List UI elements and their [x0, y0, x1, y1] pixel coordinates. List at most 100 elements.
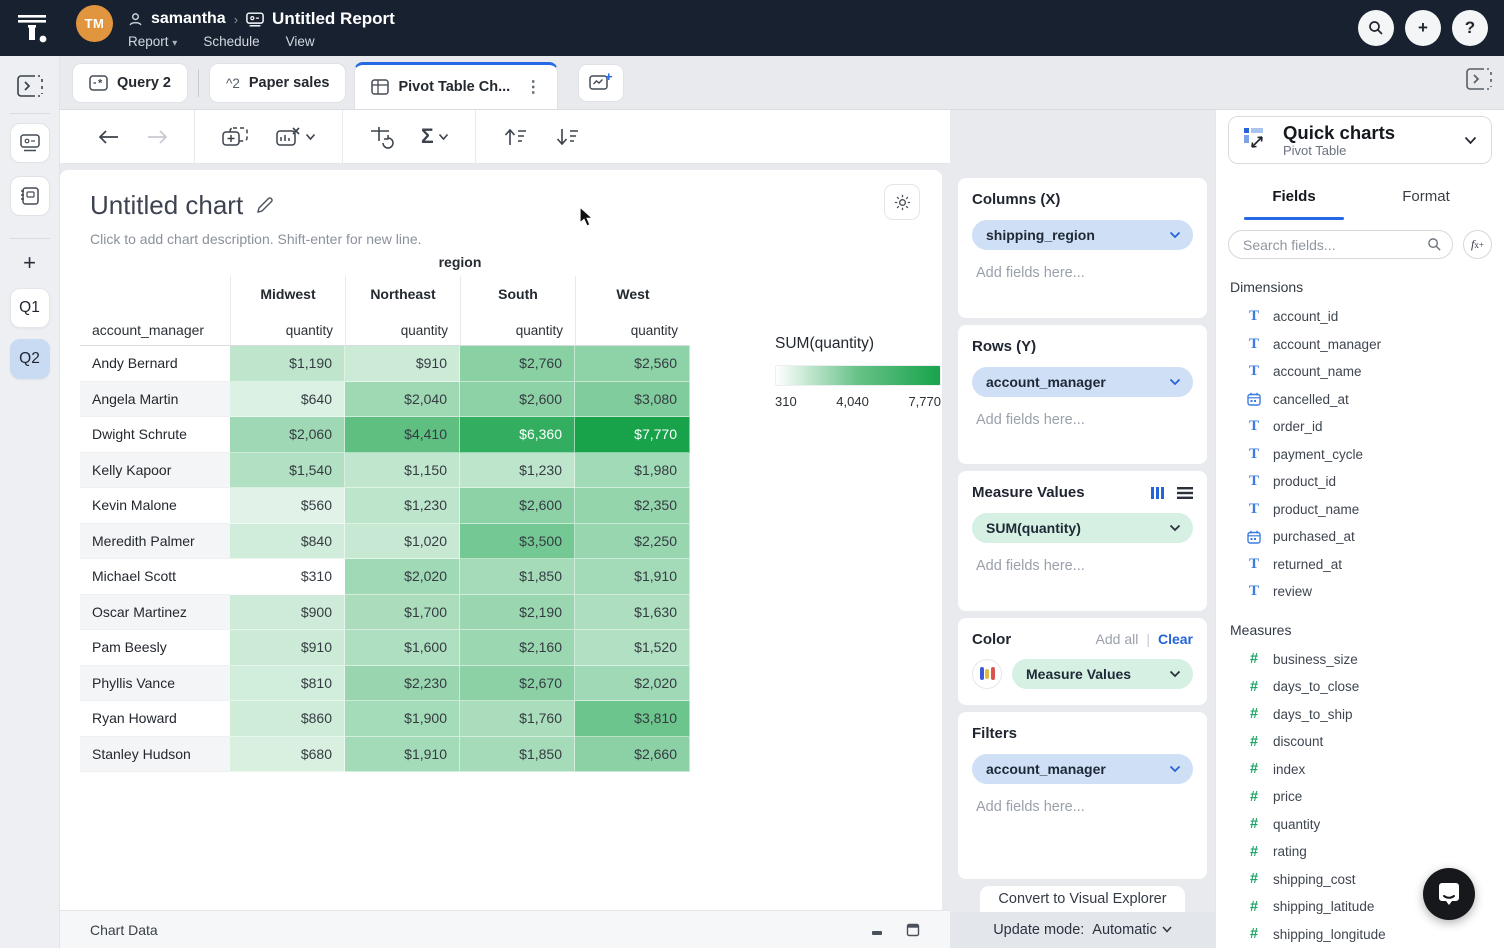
- sidebar-item-q1[interactable]: Q1: [10, 288, 50, 328]
- pivot-row-label[interactable]: Phyllis Vance: [80, 666, 230, 702]
- pivot-cell[interactable]: $840: [230, 524, 345, 560]
- pivot-cell[interactable]: $1,150: [345, 453, 460, 489]
- filters-field-pill[interactable]: account_manager: [972, 754, 1193, 784]
- rows-field-pill[interactable]: account_manager: [972, 367, 1193, 397]
- pivot-table[interactable]: account_managerMidwestquantityNortheastq…: [80, 276, 690, 772]
- pivot-cell[interactable]: $2,020: [345, 559, 460, 595]
- field-item[interactable]: #rating: [1228, 838, 1492, 866]
- pivot-cell[interactable]: $2,670: [460, 666, 575, 702]
- tab-menu-icon[interactable]: ⋮: [525, 77, 541, 97]
- pivot-cell[interactable]: $810: [230, 666, 345, 702]
- pivot-column-header[interactable]: Northeastquantity: [345, 276, 460, 346]
- filters-add-placeholder[interactable]: Add fields here...: [976, 799, 1193, 815]
- pivot-cell[interactable]: $2,230: [345, 666, 460, 702]
- field-item[interactable]: cancelled_at: [1228, 386, 1492, 414]
- pivot-cell[interactable]: $1,910: [345, 737, 460, 773]
- app-logo[interactable]: [12, 8, 52, 48]
- pivot-cell[interactable]: $1,760: [460, 701, 575, 737]
- tab-paper-sales[interactable]: ^2 Paper sales: [209, 63, 346, 103]
- pivot-cell[interactable]: $3,500: [460, 524, 575, 560]
- pivot-row-label[interactable]: Angela Martin: [80, 382, 230, 418]
- search-button[interactable]: [1358, 10, 1394, 46]
- pivot-cell[interactable]: $1,980: [575, 453, 690, 489]
- pivot-cell[interactable]: $2,600: [460, 382, 575, 418]
- pivot-cell[interactable]: $2,760: [460, 346, 575, 382]
- pivot-row-label[interactable]: Michael Scott: [80, 559, 230, 595]
- pivot-cell[interactable]: $2,190: [460, 595, 575, 631]
- pivot-row-label[interactable]: Kelly Kapoor: [80, 453, 230, 489]
- search-fields-input[interactable]: [1243, 237, 1427, 253]
- add-formula-button[interactable]: fx+: [1463, 230, 1492, 259]
- pivot-row-label[interactable]: Stanley Hudson: [80, 737, 230, 773]
- field-item[interactable]: #days_to_ship: [1228, 701, 1492, 729]
- pivot-cell[interactable]: $1,700: [345, 595, 460, 631]
- field-item[interactable]: #days_to_close: [1228, 673, 1492, 701]
- pivot-row-label[interactable]: Pam Beesly: [80, 630, 230, 666]
- measure-add-placeholder[interactable]: Add fields here...: [976, 558, 1193, 574]
- pivot-cell[interactable]: $640: [230, 382, 345, 418]
- add-column-button[interactable]: [221, 126, 249, 148]
- pivot-cell[interactable]: $6,360: [460, 417, 575, 453]
- chart-data-bar[interactable]: Chart Data: [60, 910, 950, 948]
- pivot-column-header[interactable]: Westquantity: [575, 276, 690, 346]
- tab-fields[interactable]: Fields: [1228, 182, 1360, 220]
- add-query-button[interactable]: +: [23, 250, 36, 276]
- pivot-cell[interactable]: $1,900: [345, 701, 460, 737]
- pivot-cell[interactable]: $1,520: [575, 630, 690, 666]
- pivot-row-label[interactable]: Ryan Howard: [80, 701, 230, 737]
- field-item[interactable]: #shipping_longitude: [1228, 921, 1492, 948]
- color-clear-link[interactable]: Clear: [1158, 631, 1193, 647]
- pivot-cell[interactable]: $2,020: [575, 666, 690, 702]
- pivot-cell[interactable]: $910: [230, 630, 345, 666]
- pivot-cell[interactable]: $3,810: [575, 701, 690, 737]
- new-chart-button[interactable]: +: [578, 64, 624, 102]
- pivot-cell[interactable]: $560: [230, 488, 345, 524]
- collapse-right-panel-button[interactable]: [1466, 68, 1492, 95]
- add-button[interactable]: +: [1405, 10, 1441, 46]
- pivot-cell[interactable]: $310: [230, 559, 345, 595]
- field-item[interactable]: #quantity: [1228, 811, 1492, 839]
- pivot-row-label[interactable]: Andy Bernard: [80, 346, 230, 382]
- field-item[interactable]: Treturned_at: [1228, 551, 1492, 579]
- sidebar-notebook-button[interactable]: [10, 176, 50, 216]
- columns-add-placeholder[interactable]: Add fields here...: [976, 265, 1193, 281]
- pivot-cell[interactable]: $4,410: [345, 417, 460, 453]
- menu-report[interactable]: Report ▾: [128, 34, 177, 49]
- field-item[interactable]: Torder_id: [1228, 413, 1492, 441]
- convert-to-visual-explorer-button[interactable]: Convert to Visual Explorer: [980, 886, 1185, 912]
- field-item[interactable]: Tproduct_id: [1228, 468, 1492, 496]
- pivot-cell[interactable]: $2,600: [460, 488, 575, 524]
- redo-button[interactable]: [146, 129, 168, 145]
- maximize-icon[interactable]: [906, 923, 920, 937]
- pivot-cell[interactable]: $2,660: [575, 737, 690, 773]
- pivot-row-label[interactable]: Dwight Schrute: [80, 417, 230, 453]
- color-field-pill[interactable]: Measure Values: [1012, 659, 1193, 689]
- color-add-all-link[interactable]: Add all: [1096, 631, 1139, 647]
- sort-descending-button[interactable]: [554, 127, 580, 147]
- pivot-column-header[interactable]: Midwestquantity: [230, 276, 345, 346]
- tab-format[interactable]: Format: [1360, 182, 1492, 220]
- pivot-cell[interactable]: $1,630: [575, 595, 690, 631]
- undo-button[interactable]: [98, 129, 120, 145]
- swap-axes-button[interactable]: [369, 125, 395, 149]
- pivot-cell[interactable]: $1,230: [345, 488, 460, 524]
- field-item[interactable]: #business_size: [1228, 646, 1492, 674]
- pivot-row-label[interactable]: Meredith Palmer: [80, 524, 230, 560]
- pivot-row-label[interactable]: Kevin Malone: [80, 488, 230, 524]
- menu-schedule[interactable]: Schedule: [203, 34, 259, 49]
- columns-field-pill[interactable]: shipping_region: [972, 220, 1193, 250]
- chart-title[interactable]: Untitled chart: [90, 190, 243, 221]
- pivot-cell[interactable]: $910: [345, 346, 460, 382]
- field-item[interactable]: Taccount_manager: [1228, 331, 1492, 359]
- field-item[interactable]: #discount: [1228, 728, 1492, 756]
- collapse-panel-button[interactable]: [10, 68, 50, 104]
- field-item[interactable]: #index: [1228, 756, 1492, 784]
- pivot-cell[interactable]: $2,560: [575, 346, 690, 382]
- chart-type-picker[interactable]: Quick charts Pivot Table: [1228, 116, 1492, 164]
- rows-layout-icon[interactable]: [1177, 487, 1193, 499]
- tab-pivot-table-chart[interactable]: Pivot Table Ch... ⋮: [354, 62, 558, 109]
- color-palette-icon[interactable]: [972, 659, 1002, 689]
- tab-query-2[interactable]: * Query 2: [72, 63, 188, 103]
- pivot-cell[interactable]: $3,080: [575, 382, 690, 418]
- pivot-cell[interactable]: $680: [230, 737, 345, 773]
